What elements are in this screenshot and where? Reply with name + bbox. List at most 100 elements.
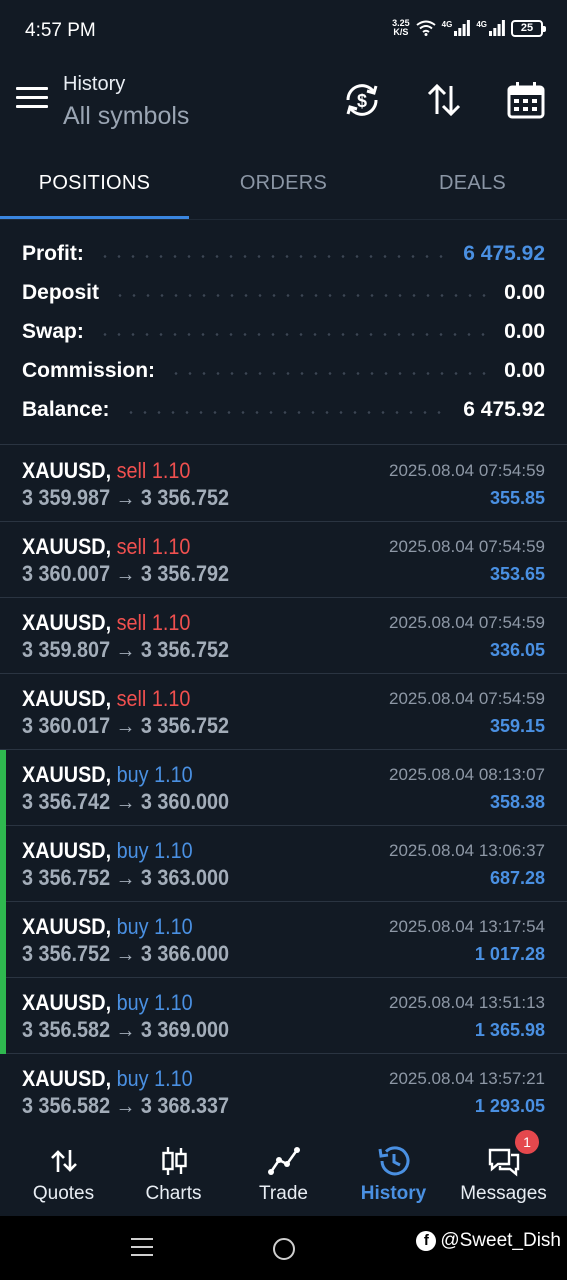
position-row[interactable]: XAUUSD, buy 1.10 3 356.752 → 3 363.000 2… xyxy=(0,826,567,902)
position-side: sell xyxy=(116,686,147,711)
position-side: buy xyxy=(116,1066,149,1091)
position-volume: 1.10 xyxy=(154,914,193,939)
arrow-icon: → xyxy=(115,941,136,966)
summary-row-balance: Balance: 6 475.92 xyxy=(22,398,545,421)
open-price: 3 360.017 xyxy=(22,713,111,738)
facebook-icon: f xyxy=(416,1231,437,1251)
arrow-icon: → xyxy=(115,637,136,662)
signal-icon-1: 4G xyxy=(442,20,471,36)
position-volume: 1.10 xyxy=(154,1066,193,1091)
position-side: buy xyxy=(116,838,149,863)
position-row[interactable]: XAUUSD, sell 1.10 3 359.807 → 3 356.752 … xyxy=(0,598,567,674)
account-summary: Profit: 6 475.92 Deposit 0.00 Swap: 0.00… xyxy=(0,222,567,445)
nav-quotes[interactable]: Quotes xyxy=(7,1130,120,1216)
position-time: 2025.08.04 13:51:13 xyxy=(389,993,545,1012)
position-volume: 1.10 xyxy=(154,838,193,863)
position-symbol: XAUUSD, xyxy=(22,838,112,863)
messages-icon xyxy=(488,1148,519,1177)
arrow-icon: → xyxy=(115,1093,136,1118)
profit-value: 6 475.92 xyxy=(463,242,545,265)
tab-deals[interactable]: DEALS xyxy=(378,152,567,218)
position-volume: 1.10 xyxy=(151,686,191,711)
arrow-icon: → xyxy=(115,561,136,586)
tab-positions[interactable]: POSITIONS xyxy=(0,152,189,218)
position-row[interactable]: XAUUSD, buy 1.10 3 356.582 → 3 369.000 2… xyxy=(0,978,567,1054)
position-row[interactable]: XAUUSD, sell 1.10 3 359.987 → 3 356.752 … xyxy=(0,446,567,522)
position-side: buy xyxy=(116,914,149,939)
position-volume: 1.10 xyxy=(154,990,193,1015)
calendar-icon[interactable] xyxy=(506,80,546,120)
position-symbol: XAUUSD, xyxy=(22,610,112,635)
close-price: 3 366.000 xyxy=(140,941,229,966)
buy-accent-bar xyxy=(0,978,6,1054)
position-row[interactable]: XAUUSD, sell 1.10 3 360.017 → 3 356.752 … xyxy=(0,674,567,750)
position-side: sell xyxy=(116,534,147,559)
symbol-filter[interactable]: All symbols xyxy=(63,102,189,131)
signal-icon-2: 4G xyxy=(476,20,505,36)
position-volume: 1.10 xyxy=(151,610,191,635)
tab-orders[interactable]: ORDERS xyxy=(189,152,378,218)
balance-value: 6 475.92 xyxy=(463,398,545,421)
arrow-icon: → xyxy=(115,789,136,814)
close-price: 3 360.000 xyxy=(140,789,229,814)
position-symbol: XAUUSD, xyxy=(22,990,112,1015)
signal-bars-icon xyxy=(489,20,505,36)
nav-history[interactable]: History xyxy=(337,1130,450,1216)
network-speed: 3.25 K/S xyxy=(392,18,410,37)
hamburger-icon xyxy=(16,87,48,90)
open-price: 3 356.742 xyxy=(22,789,111,814)
position-time: 2025.08.04 13:57:21 xyxy=(389,1069,545,1088)
summary-row-swap: Swap: 0.00 xyxy=(22,320,545,343)
nav-trade[interactable]: Trade xyxy=(227,1130,340,1216)
position-side: sell xyxy=(116,610,147,635)
open-price: 3 356.752 xyxy=(22,865,111,890)
buy-accent-bar xyxy=(0,750,6,826)
wifi-icon xyxy=(416,20,436,36)
summary-row-deposit: Deposit 0.00 xyxy=(22,281,545,304)
position-row[interactable]: XAUUSD, buy 1.10 3 356.742 → 3 360.000 2… xyxy=(0,750,567,826)
open-price: 3 356.752 xyxy=(22,941,111,966)
position-symbol: XAUUSD, xyxy=(22,686,112,711)
sort-icon[interactable] xyxy=(424,80,464,120)
open-price: 3 356.582 xyxy=(22,1093,111,1118)
status-time: 4:57 PM xyxy=(25,20,96,41)
position-volume: 1.10 xyxy=(151,534,191,559)
nav-charts[interactable]: Charts xyxy=(117,1130,230,1216)
position-profit: 1 365.98 xyxy=(474,1020,545,1040)
position-symbol: XAUUSD, xyxy=(22,1066,112,1091)
close-price: 3 368.337 xyxy=(140,1093,229,1118)
summary-row-commission: Commission: 0.00 xyxy=(22,359,545,382)
position-row[interactable]: XAUUSD, buy 1.10 3 356.582 → 3 368.337 2… xyxy=(0,1054,567,1130)
position-symbol: XAUUSD, xyxy=(22,762,112,787)
close-price: 3 356.792 xyxy=(140,561,229,586)
position-profit: 1 293.05 xyxy=(474,1096,545,1116)
position-time: 2025.08.04 08:13:07 xyxy=(389,765,545,784)
position-row[interactable]: XAUUSD, sell 1.10 3 360.007 → 3 356.792 … xyxy=(0,522,567,598)
deposit-value: 0.00 xyxy=(504,281,545,304)
position-time: 2025.08.04 07:54:59 xyxy=(389,537,545,556)
position-profit: 355.85 xyxy=(489,488,545,508)
position-side: buy xyxy=(116,762,149,787)
position-profit: 353.65 xyxy=(489,564,545,584)
quotes-icon xyxy=(50,1150,77,1172)
recent-apps-button[interactable] xyxy=(131,1238,153,1262)
close-price: 3 356.752 xyxy=(140,637,229,662)
close-price: 3 369.000 xyxy=(140,1017,229,1042)
position-volume: 1.10 xyxy=(151,458,191,483)
menu-button[interactable] xyxy=(16,87,48,115)
position-profit: 358.38 xyxy=(489,792,545,812)
position-time: 2025.08.04 07:54:59 xyxy=(389,613,545,632)
history-icon xyxy=(378,1146,409,1176)
svg-text:$: $ xyxy=(357,91,367,111)
position-time: 2025.08.04 13:17:54 xyxy=(389,917,545,936)
currency-exchange-icon[interactable]: $ xyxy=(342,80,382,120)
position-profit: 687.28 xyxy=(489,868,545,888)
position-side: buy xyxy=(116,990,149,1015)
home-button[interactable] xyxy=(273,1238,295,1260)
nav-messages[interactable]: 1 Messages xyxy=(447,1130,560,1216)
position-side: sell xyxy=(116,458,147,483)
position-time: 2025.08.04 07:54:59 xyxy=(389,689,545,708)
status-icons: 3.25 K/S 4G 4G 25 xyxy=(392,18,546,37)
arrow-icon: → xyxy=(115,865,136,890)
position-row[interactable]: XAUUSD, buy 1.10 3 356.752 → 3 366.000 2… xyxy=(0,902,567,978)
